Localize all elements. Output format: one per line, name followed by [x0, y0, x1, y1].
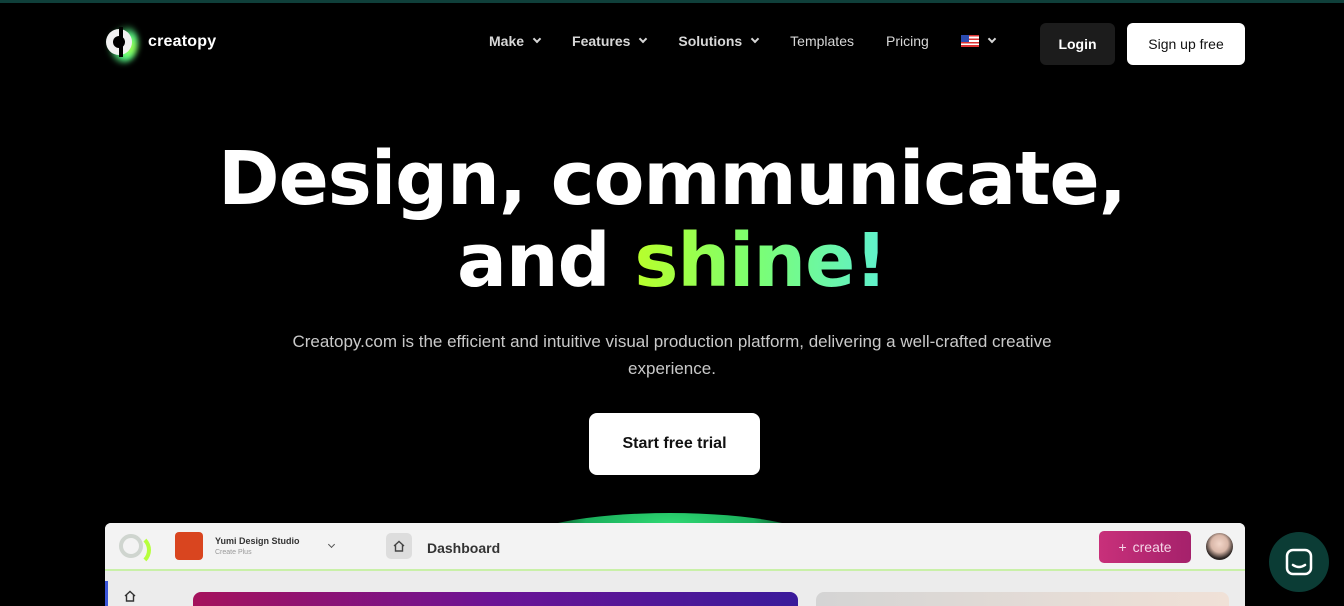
chevron-down-icon: [532, 34, 542, 44]
preview-page-title: Dashboard: [427, 540, 501, 556]
dashboard-preview: Yumi Design Studio Create Plus Dashboard…: [105, 523, 1245, 606]
user-avatar: [1206, 533, 1233, 560]
chevron-down-icon: [327, 540, 336, 549]
nav-pricing-label: Pricing: [885, 33, 929, 49]
nav-pricing[interactable]: Pricing: [886, 33, 929, 49]
home-icon: [386, 533, 412, 559]
sidebar-home-icon: [124, 590, 136, 602]
creatopy-logo[interactable]: creatopy: [104, 21, 216, 65]
signup-button[interactable]: Sign up free: [1127, 23, 1245, 65]
nav-templates[interactable]: Templates: [790, 33, 854, 49]
nav-solutions-label: Solutions: [678, 33, 743, 49]
preview-side-card: [816, 592, 1229, 606]
site-header: creatopy Make Features Solutions Templat…: [0, 3, 1344, 81]
nav-features[interactable]: Features: [572, 33, 648, 49]
preview-create-button: + create: [1099, 531, 1191, 563]
studio-name: Yumi Design Studio: [215, 536, 300, 546]
nav-solutions[interactable]: Solutions: [678, 33, 760, 49]
logo-mark-icon: [104, 21, 140, 65]
chat-launcher-button[interactable]: [1269, 532, 1329, 592]
nav-templates-label: Templates: [790, 33, 854, 49]
preview-logo-icon: [119, 534, 151, 566]
hero-line-1: Design, communicate,: [218, 136, 1127, 222]
preview-banner: [193, 592, 798, 606]
nav-make[interactable]: Make: [489, 33, 542, 49]
chevron-down-icon: [639, 34, 648, 44]
preview-create-label: create: [1132, 539, 1172, 555]
login-button[interactable]: Login: [1040, 23, 1115, 65]
hero-subtitle: Creatopy.com is the efficient and intuit…: [292, 332, 1052, 378]
chat-icon: [1285, 548, 1313, 576]
studio-plan: Create Plus: [215, 549, 252, 556]
start-free-trial-button[interactable]: Start free trial: [589, 413, 760, 475]
us-flag-icon: [960, 35, 979, 47]
hero-headline: Design, communicate, and shine!: [0, 138, 1344, 302]
main-nav: Make Features Solutions Templates Pricin…: [489, 33, 1027, 49]
logo-text: creatopy: [148, 33, 217, 50]
chevron-down-icon: [987, 34, 997, 44]
plus-icon: +: [1118, 539, 1127, 555]
preview-topbar: Yumi Design Studio Create Plus Dashboard…: [105, 523, 1245, 571]
studio-avatar-icon: [175, 532, 203, 560]
nav-make-label: Make: [489, 33, 525, 49]
language-selector[interactable]: [960, 34, 997, 47]
chevron-down-icon: [750, 34, 760, 44]
preview-sidebar-indicator: [105, 581, 108, 606]
nav-features-label: Features: [572, 33, 631, 49]
hero-highlight-word: shine!: [634, 218, 888, 304]
hero-line-2-prefix: and: [456, 218, 635, 304]
